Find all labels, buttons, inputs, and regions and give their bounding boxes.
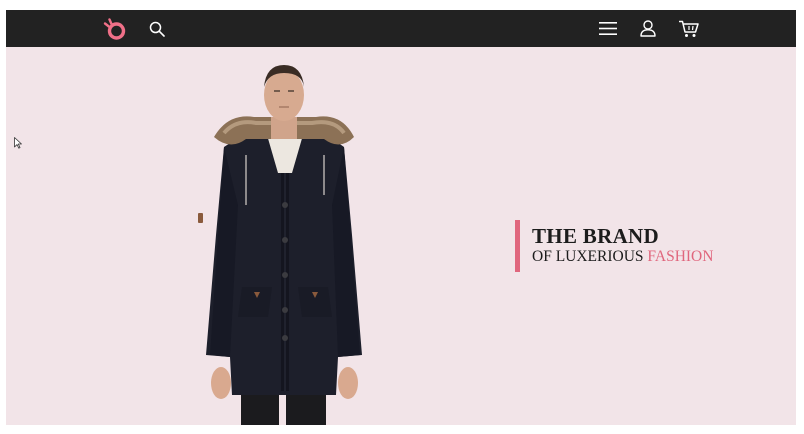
hero-subline: OF LUXERIOUS FASHION xyxy=(532,248,713,266)
menu-icon[interactable] xyxy=(599,21,617,36)
hero-model-image xyxy=(198,65,362,425)
top-navbar xyxy=(6,10,796,47)
user-icon[interactable] xyxy=(640,20,656,37)
logo-icon[interactable] xyxy=(103,17,127,41)
accent-bar xyxy=(515,220,520,272)
page-frame: THE BRAND OF LUXERIOUS FASHION xyxy=(6,10,796,425)
hero-headline: THE BRAND xyxy=(532,224,659,248)
hero-subline-text: OF LUXERIOUS xyxy=(532,248,644,265)
mouse-cursor-icon xyxy=(14,137,22,149)
hero-subline-highlight: FASHION xyxy=(647,248,714,265)
cart-icon[interactable] xyxy=(679,20,699,38)
hero-banner: THE BRAND OF LUXERIOUS FASHION xyxy=(6,47,796,425)
search-icon[interactable] xyxy=(149,21,165,37)
